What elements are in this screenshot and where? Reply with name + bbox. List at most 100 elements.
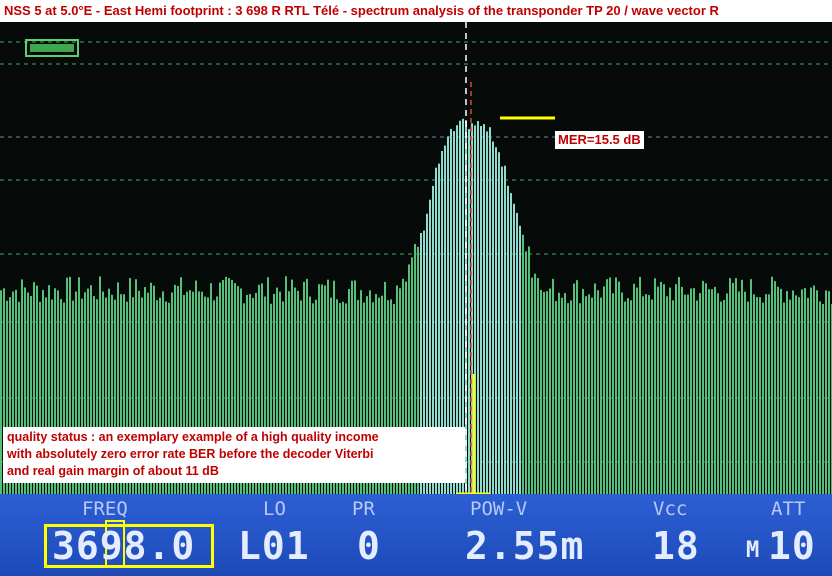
spectrum-bar	[525, 251, 527, 494]
pr-value[interactable]: 0	[357, 524, 381, 568]
pow-label: POW-V	[470, 498, 528, 520]
spectrum-bar	[612, 293, 614, 494]
spectrum-bar	[537, 278, 539, 494]
spectrum-bar	[747, 301, 749, 494]
spectrum-bar	[486, 131, 488, 494]
lo-value[interactable]: L01	[238, 524, 310, 568]
spectrum-bar	[681, 286, 683, 494]
pr-label: PR	[352, 498, 375, 520]
spectrum-bar	[663, 284, 665, 494]
spectrum-bar	[705, 283, 707, 494]
spectrum-bar	[672, 300, 674, 494]
spectrum-bar	[777, 286, 779, 494]
spectrum-bar	[543, 291, 545, 494]
spectrum-bar	[570, 300, 572, 494]
spectrum-bar	[507, 185, 509, 494]
spectrum-bar	[651, 299, 653, 494]
spectrum-bar	[684, 294, 686, 494]
quality-note-line: and real gain margin of about 11 dB	[7, 464, 219, 478]
spectrum-bar	[804, 288, 806, 494]
spectrum-bar	[492, 141, 494, 494]
status-bar: FREQ 3698.0 LO L01 PR 0 POW-V 2.55m Vcc …	[0, 494, 832, 576]
spectrum-bar	[588, 294, 590, 494]
spectrum-bar	[789, 299, 791, 494]
spectrum-bar	[558, 292, 560, 494]
spectrum-bar	[735, 278, 737, 494]
spectrum-bar	[489, 127, 491, 494]
spectrum-bar	[648, 295, 650, 494]
battery-level-fill	[30, 44, 74, 52]
spectrum-bar	[555, 301, 557, 494]
spectrum-bar	[621, 292, 623, 494]
spectrum-bar	[780, 288, 782, 494]
spectrum-bar	[591, 297, 593, 494]
spectrum-bar	[585, 296, 587, 494]
spectrum-bar	[627, 298, 629, 494]
spectrum-bar	[762, 302, 764, 494]
spectrum-display: MER=15.5 dB	[0, 22, 832, 494]
spectrum-bar	[636, 287, 638, 494]
spectrum-bar	[468, 129, 470, 494]
spectrum-bar	[582, 288, 584, 494]
spectrum-bar	[483, 124, 485, 494]
spectrum-bar	[675, 284, 677, 494]
spectrum-bar	[516, 212, 518, 494]
spectrum-bar	[531, 277, 533, 494]
spectrum-bar	[477, 121, 479, 494]
spectrum-bar	[510, 193, 512, 494]
spectrum-bar	[738, 291, 740, 494]
spectrum-bar	[513, 203, 515, 494]
spectrum-bar	[819, 301, 821, 494]
spectrum-bar	[756, 297, 758, 494]
spectrum-bar	[792, 290, 794, 494]
spectrum-bar	[795, 295, 797, 494]
att-label: ATT	[771, 498, 806, 520]
page-title: NSS 5 at 5.0°E - East Hemi footprint : 3…	[0, 0, 832, 22]
spectrum-bar	[480, 126, 482, 494]
spectrum-bar	[753, 294, 755, 494]
spectrum-bar	[564, 293, 566, 494]
spectrum-bar	[741, 279, 743, 494]
spectrum-bar	[759, 297, 761, 494]
spectrum-bar	[561, 297, 563, 494]
spectrum-bar	[711, 289, 713, 494]
spectrum-bar	[504, 165, 506, 494]
spectrum-bar	[771, 276, 773, 494]
spectrum-bar	[801, 289, 803, 494]
spectrum-bar	[639, 276, 641, 494]
spectrum-bar	[498, 152, 500, 494]
spectrum-bar	[567, 303, 569, 494]
spectrum-bar	[798, 297, 800, 494]
spectrum-bar	[729, 278, 731, 494]
spectrum-bar	[660, 281, 662, 494]
spectrum-bar	[744, 291, 746, 494]
vcc-value[interactable]: 18	[652, 524, 700, 568]
spectrum-bar	[603, 286, 605, 494]
spectrum-bar	[816, 290, 818, 494]
spectrum-bar	[633, 283, 635, 494]
spectrum-bar	[732, 282, 734, 494]
spectrum-bar	[768, 294, 770, 494]
spectrum-bar	[690, 288, 692, 494]
spectrum-bar	[669, 287, 671, 494]
spectrum-bar	[696, 300, 698, 494]
spectrum-bar	[522, 234, 524, 494]
spectrum-bar	[702, 280, 704, 494]
freq-value[interactable]: 3698.0	[52, 524, 195, 568]
spectrum-bar	[717, 293, 719, 494]
pow-value: 2.55m	[465, 524, 585, 568]
spectrum-bar	[630, 300, 632, 494]
spectrum-bar	[609, 277, 611, 494]
quality-note-line: quality status : an exemplary example of…	[7, 430, 379, 444]
spectrum-bar	[708, 289, 710, 494]
spectrum-bar	[519, 225, 521, 494]
att-value[interactable]: 10	[768, 524, 816, 568]
spectrum-chart	[0, 22, 832, 494]
spectrum-bar	[750, 279, 752, 494]
spectrum-bar	[615, 277, 617, 494]
spectrum-bar	[699, 293, 701, 494]
spectrum-bar	[552, 278, 554, 494]
spectrum-bar	[534, 273, 536, 494]
spectrum-bar	[573, 283, 575, 494]
quality-note-line: with absolutely zero error rate BER befo…	[7, 447, 374, 461]
